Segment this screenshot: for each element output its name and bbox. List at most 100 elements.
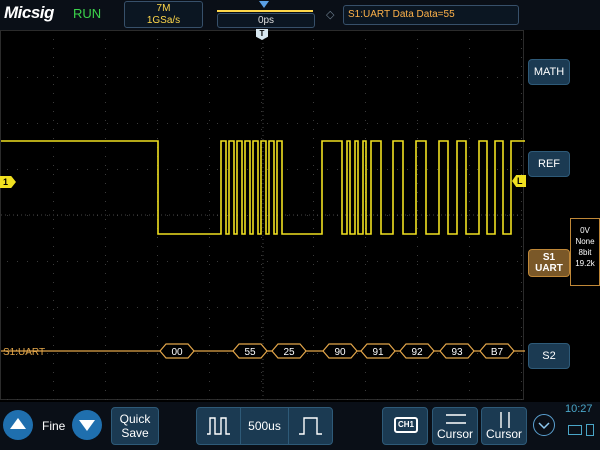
grid-dot [427, 307, 428, 308]
horizontal-position[interactable]: 0ps [213, 1, 318, 28]
grid-dot [207, 353, 208, 354]
grid-dot [313, 174, 314, 175]
arrow-up-icon [10, 418, 26, 429]
grid-dot [197, 169, 198, 170]
grid-dot [397, 123, 398, 124]
time-offset-value[interactable]: 0ps [217, 13, 315, 28]
grid-dot [53, 390, 54, 391]
grid-dot [477, 307, 478, 308]
grid-dot [417, 228, 418, 229]
grid-dot [147, 399, 148, 400]
quick-save-button[interactable]: Quick Save [111, 407, 159, 445]
grid-dot [313, 246, 314, 247]
grid-dot [227, 353, 228, 354]
expand-menu-button[interactable] [533, 414, 555, 436]
s1-settings-panel[interactable]: 0V None 8bit 19.2k [570, 218, 600, 286]
math-button[interactable]: MATH [528, 59, 570, 85]
grid-dot [307, 215, 308, 216]
grid-dot [157, 372, 158, 373]
grid-dot [313, 84, 314, 85]
grid-dot [313, 165, 314, 166]
grid-dot [261, 84, 262, 85]
grid-dot [469, 255, 470, 256]
grid-dot [397, 261, 398, 262]
timebase-increase-button[interactable] [288, 408, 332, 444]
grid-dot [197, 123, 198, 124]
menu-icon[interactable] [568, 425, 582, 435]
grid-dot [207, 307, 208, 308]
diamond-nav-icon[interactable]: ◇ [326, 8, 338, 21]
s1-uart-button[interactable]: S1 UART [528, 249, 570, 277]
grid-dot [261, 129, 262, 130]
grid-dot [521, 147, 522, 148]
grid-dot [387, 77, 388, 78]
timebase-value[interactable]: 500us [241, 408, 288, 444]
grid-dot [407, 77, 408, 78]
ref-button[interactable]: REF [528, 151, 570, 177]
grid-dot [105, 336, 106, 337]
s2-button[interactable]: S2 [528, 343, 570, 369]
grid-dot [521, 309, 522, 310]
grid-dot [365, 129, 366, 130]
grid-dot [417, 111, 418, 112]
horizontal-cursor-button[interactable]: Cursor [432, 407, 478, 445]
grid-dot [521, 219, 522, 220]
fine-up-button[interactable] [3, 410, 33, 440]
acquisition-settings[interactable]: 7M 1GSa/s [124, 1, 203, 28]
grid-dot [117, 123, 118, 124]
ch1-button[interactable]: CH1 [382, 407, 428, 445]
waveform-area[interactable]: 00 55 25 90 91 92 93 B7 S1:UART [0, 30, 525, 401]
grid-dot [105, 165, 106, 166]
grid-dot [365, 291, 366, 292]
timebase-decrease-button[interactable] [197, 408, 241, 444]
grid-dot [521, 102, 522, 103]
grid-dot [105, 138, 106, 139]
grid-dot [417, 318, 418, 319]
fine-down-button[interactable] [72, 410, 102, 440]
decode-byte-label: 55 [244, 347, 256, 358]
grid-dot [387, 261, 388, 262]
grid-dot [287, 215, 288, 216]
vertical-cursor-button[interactable]: Cursor [481, 407, 527, 445]
grid-dot [147, 261, 148, 262]
decode-byte-label: 93 [451, 347, 463, 358]
grid-dot [469, 399, 470, 400]
power-icon[interactable] [586, 424, 594, 436]
grid-dot [167, 399, 168, 400]
grid-dot [417, 309, 418, 310]
grid-dot [469, 129, 470, 130]
grid-dot [227, 399, 228, 400]
grid-dot [97, 399, 98, 400]
grid-dot [469, 300, 470, 301]
grid-dot [47, 399, 48, 400]
grid-dot [313, 147, 314, 148]
run-status[interactable]: RUN [73, 6, 101, 21]
grid-dot [47, 169, 48, 170]
grid-dot [177, 123, 178, 124]
grid-dot [167, 215, 168, 216]
grid-dot [261, 390, 262, 391]
grid-dot [497, 77, 498, 78]
grid-dot [261, 75, 262, 76]
grid-dot [327, 307, 328, 308]
grid-dot [105, 39, 106, 40]
grid-dot [157, 291, 158, 292]
grid-dot [97, 307, 98, 308]
grid-dot [357, 353, 358, 354]
grid-dot [521, 165, 522, 166]
grid-dot [147, 77, 148, 78]
trigger-info[interactable]: S1:UART Data Data=55 [343, 5, 519, 25]
grid-dot [469, 138, 470, 139]
grid-dot [107, 353, 108, 354]
grid-dot [517, 77, 518, 78]
grid-dot [105, 291, 106, 292]
grid-dot [127, 353, 128, 354]
grid-dot [469, 381, 470, 382]
grid-dot [313, 381, 314, 382]
grid-dot [67, 215, 68, 216]
grid-dot [469, 201, 470, 202]
grid-dot [105, 246, 106, 247]
grid-dot [209, 237, 210, 238]
grid-dot [521, 120, 522, 121]
grid-dot [307, 261, 308, 262]
